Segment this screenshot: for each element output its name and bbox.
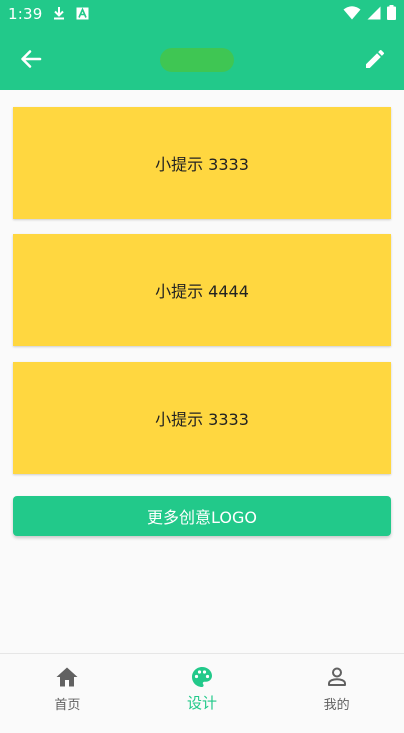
status-right	[343, 4, 396, 24]
title-pill	[160, 48, 234, 72]
download-icon	[52, 5, 66, 24]
nav-label-home: 首页	[54, 698, 81, 713]
status-bar: 1:39	[0, 0, 404, 28]
app-bar	[0, 28, 404, 90]
nav-label-mine: 我的	[323, 698, 350, 713]
status-time: 1:39	[8, 5, 43, 23]
person-icon	[325, 664, 349, 690]
back-button[interactable]	[14, 43, 48, 75]
nav-item-design[interactable]: 设计	[135, 654, 270, 721]
nav-label-design: 设计	[187, 694, 218, 712]
battery-icon	[387, 4, 396, 24]
edit-button[interactable]	[358, 42, 392, 76]
home-icon	[55, 664, 79, 690]
app-screen: 1:39 小提示 3333 小提示 4444 小提示 3333 更多创意LOGO…	[0, 0, 404, 733]
tip-card-text: 小提示 3333	[155, 155, 249, 174]
signal-icon	[367, 5, 381, 24]
wifi-icon	[343, 5, 361, 24]
tip-card[interactable]: 小提示 3333	[13, 362, 391, 474]
status-left: 1:39	[8, 5, 89, 24]
nav-item-mine[interactable]: 我的	[269, 654, 404, 721]
arrow-left-icon	[21, 50, 42, 68]
nav-item-home[interactable]: 首页	[0, 654, 135, 721]
more-logo-button[interactable]: 更多创意LOGO	[13, 496, 391, 536]
a-badge-icon	[76, 5, 89, 24]
pencil-icon	[366, 49, 385, 68]
tip-card-text: 小提示 4444	[155, 282, 249, 301]
bottom-nav: 首页 设计 我的	[0, 653, 404, 721]
palette-icon	[190, 664, 214, 690]
tip-card-text: 小提示 3333	[155, 410, 249, 429]
tip-card[interactable]: 小提示 3333	[13, 107, 391, 219]
tip-card[interactable]: 小提示 4444	[13, 234, 391, 346]
